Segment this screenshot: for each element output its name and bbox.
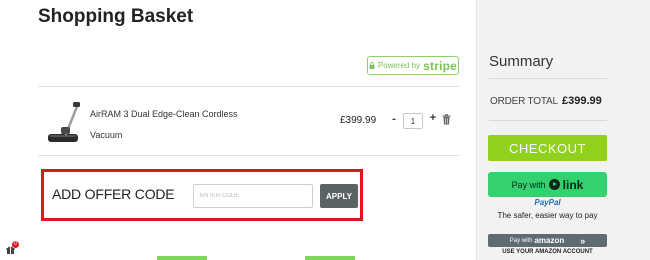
product-image[interactable] [44,100,84,144]
basket-divider-top [38,86,460,87]
pay-with-link-button[interactable]: Pay with link [488,172,607,197]
order-total-label: ORDER TOTAL [490,96,558,107]
chevron-right-icon: » [580,235,586,246]
paypal-tagline: The safer, easier way to pay [497,211,598,220]
powered-by-stripe-badge: Powered by stripe [367,56,459,75]
quantity-increase-button[interactable]: + [428,112,438,124]
product-name[interactable]: AirRAM 3 Dual Edge-Clean Cordless Vacuum [90,104,240,146]
amazon-caption: USE YOUR AMAZON ACCOUNT [502,249,593,255]
summary-divider-bottom [489,120,607,121]
basket-divider-bottom [38,155,460,156]
quantity-input[interactable] [403,113,423,129]
summary-divider-top [489,78,607,79]
stripe-badge-prefix: Powered by [377,61,421,70]
recommendation-strip-1 [157,256,207,260]
product-price: £399.99 [340,115,377,126]
trash-icon[interactable] [442,114,451,125]
link-logo-icon [548,179,560,190]
amazon-button-brand: amazon [534,236,565,245]
order-total-value: £399.99 [562,95,602,107]
paypal-logo[interactable]: PayPal [488,198,607,207]
gift-count-badge: 0 [12,241,19,248]
lock-icon [369,62,375,69]
link-button-prefix: Pay with [511,179,546,190]
summary-title: Summary [489,53,554,70]
stripe-brand: stripe [423,58,458,73]
page-title: Shopping Basket [38,6,194,27]
offer-code-input[interactable] [193,184,313,208]
summary-panel [476,0,650,260]
link-button-brand: link [562,177,584,192]
amazon-button-prefix: Pay with [509,237,533,244]
apply-offer-button[interactable]: APPLY [320,184,358,208]
offer-code-label: ADD OFFER CODE [52,186,175,202]
checkout-button[interactable]: CHECKOUT [488,135,607,161]
recommendation-strip-2 [305,256,355,260]
pay-with-amazon-button[interactable]: Pay with amazon » [488,234,607,247]
quantity-decrease-button[interactable]: - [389,113,399,125]
